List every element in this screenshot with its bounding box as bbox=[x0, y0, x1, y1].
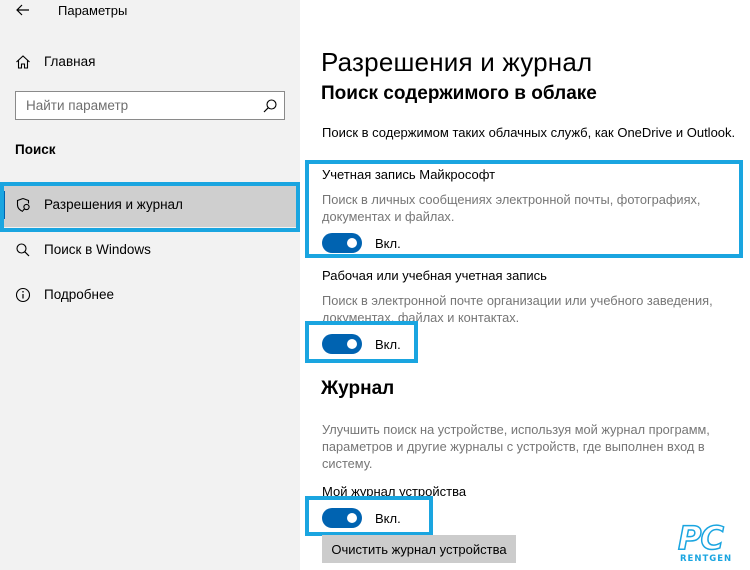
toggle-knob bbox=[347, 513, 357, 523]
search-input[interactable] bbox=[16, 92, 256, 119]
journal-heading: Журнал bbox=[321, 378, 395, 399]
device-history-toggle-state: Вкл. bbox=[375, 511, 401, 526]
description-line: Улучшить поиск на устройстве, используя … bbox=[322, 422, 710, 437]
work-account-title: Рабочая или учебная учетная запись bbox=[322, 268, 547, 283]
arrow-left-icon bbox=[16, 4, 29, 16]
description-line: систему. bbox=[322, 456, 373, 471]
shield-search-icon bbox=[16, 197, 30, 213]
home-icon bbox=[16, 55, 30, 69]
title-bar: Параметры bbox=[0, 0, 300, 22]
section-heading: Поиск bbox=[15, 142, 56, 157]
sidebar-item-more-info[interactable]: Подробнее bbox=[0, 273, 300, 317]
main-content: Разрешения и журнал Поиск содержимого в … bbox=[300, 0, 750, 570]
logo-subtext: RENTGEN bbox=[680, 554, 733, 564]
description-line: документах и файлах. bbox=[322, 209, 455, 224]
device-history-title: Мой журнал устройства bbox=[322, 484, 467, 499]
sidebar-item-label: Главная bbox=[44, 54, 96, 69]
journal-description: Улучшить поиск на устройстве, используя … bbox=[322, 421, 727, 472]
cloud-search-heading: Поиск содержимого в облаке bbox=[321, 83, 597, 104]
sidebar: Параметры Главная Поиск Разрешения и жур… bbox=[0, 0, 300, 570]
toggle-knob bbox=[347, 238, 357, 248]
device-history-toggle[interactable] bbox=[322, 508, 362, 528]
ms-account-title: Учетная запись Майкрософт bbox=[322, 167, 496, 182]
description-line: Поиск в личных сообщениях электронной по… bbox=[322, 192, 701, 207]
work-account-toggle-state: Вкл. bbox=[375, 337, 401, 352]
ms-account-description: Поиск в личных сообщениях электронной по… bbox=[322, 191, 727, 225]
sidebar-item-label: Поиск в Windows bbox=[44, 242, 151, 257]
settings-search bbox=[15, 91, 285, 120]
active-indicator bbox=[0, 191, 5, 219]
page-title: Разрешения и журнал bbox=[321, 47, 593, 77]
search-icon bbox=[16, 243, 30, 257]
description-line: документах, файлах и контактах. bbox=[322, 310, 520, 325]
back-button[interactable] bbox=[12, 0, 34, 20]
sidebar-item-label: Подробнее bbox=[44, 287, 115, 302]
work-account-toggle[interactable] bbox=[322, 334, 362, 354]
ms-account-toggle[interactable] bbox=[322, 233, 362, 253]
info-icon bbox=[15, 287, 31, 303]
clear-device-history-button[interactable]: Очистить журнал устройства bbox=[322, 535, 516, 563]
sidebar-item-label: Разрешения и журнал bbox=[44, 197, 183, 212]
sidebar-item-permissions[interactable]: Разрешения и журнал bbox=[0, 183, 300, 227]
window-title: Параметры bbox=[58, 3, 128, 18]
description-line: Поиск в электронной почте организации ил… bbox=[322, 293, 713, 308]
sidebar-item-home[interactable]: Главная bbox=[0, 48, 300, 76]
sidebar-item-windows-search[interactable]: Поиск в Windows bbox=[0, 228, 300, 272]
ms-account-toggle-state: Вкл. bbox=[375, 236, 401, 251]
logo-text: PC bbox=[677, 518, 724, 558]
cloud-search-intro: Поиск в содержимом таких облачных служб,… bbox=[322, 125, 736, 140]
work-account-description: Поиск в электронной почте организации ил… bbox=[322, 292, 727, 326]
toggle-knob bbox=[347, 339, 357, 349]
search-icon[interactable] bbox=[262, 98, 278, 114]
watermark-logo: PC RENTGEN bbox=[676, 518, 744, 566]
description-line: параметров и другие журналы с устройств,… bbox=[322, 439, 705, 454]
